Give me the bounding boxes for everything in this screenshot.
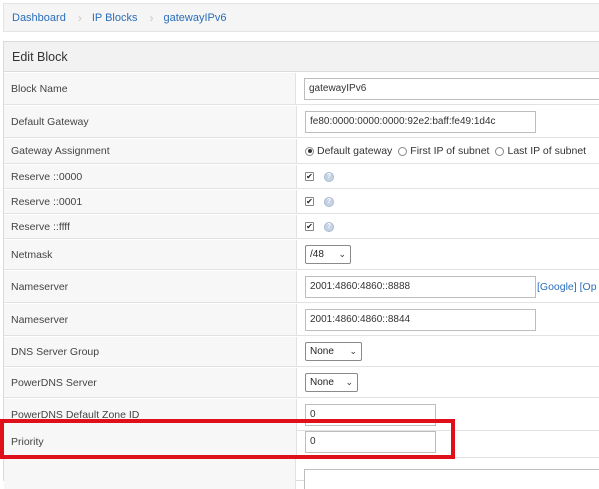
radio-last-ip-label: Last IP of subnet: [507, 145, 587, 157]
breadcrumb-separator: ›: [77, 10, 82, 25]
panel-title: Edit Block: [4, 42, 599, 72]
block-name-input[interactable]: gatewayIPv6: [304, 77, 599, 100]
powerdns-server-row: PowerDNS Server None ⌄: [4, 368, 599, 398]
check-icon: ✔: [306, 221, 313, 231]
breadcrumb: Dashboard › IP Blocks › gatewayIPv6: [3, 3, 599, 32]
help-icon[interactable]: ?: [324, 196, 334, 207]
nameserver-2-label: Nameserver: [4, 304, 297, 335]
netmask-row: Netmask /48 ⌄: [4, 240, 599, 270]
breadcrumb-separator: ›: [149, 10, 154, 25]
priority-label: Priority: [4, 426, 297, 457]
help-icon[interactable]: ?: [324, 221, 334, 232]
reserve-ffff-label: Reserve ::ffff: [4, 215, 297, 238]
breadcrumb-current-block[interactable]: gatewayIPv6: [163, 12, 226, 24]
priority-row: Priority 0: [4, 426, 599, 458]
next-row-label: [4, 459, 296, 489]
nameserver-1-label: Nameserver: [4, 271, 297, 302]
edit-block-panel: Edit Block Block Name gatewayIPv6 Defaul…: [3, 41, 599, 489]
chevron-down-icon: ⌄: [349, 346, 357, 356]
chevron-down-icon: ⌄: [345, 377, 353, 387]
reserve-ffff-row: Reserve ::ffff ✔ ?: [4, 215, 599, 239]
default-gateway-input[interactable]: fe80:0000:0000:0000:92e2:baff:fe49:1d4c: [305, 110, 536, 133]
reserve-0001-row: Reserve ::0001 ✔ ?: [4, 190, 599, 214]
breadcrumb-dashboard-link[interactable]: Dashboard: [12, 12, 66, 24]
powerdns-server-value: None: [310, 377, 334, 388]
check-icon: ✔: [306, 196, 313, 206]
priority-input[interactable]: 0: [305, 430, 436, 453]
nameserver-2-input[interactable]: 2001:4860:4860::8844: [305, 308, 536, 331]
netmask-label: Netmask: [4, 240, 297, 269]
netmask-select[interactable]: /48 ⌄: [305, 245, 351, 264]
powerdns-zone-input[interactable]: 0: [305, 403, 436, 426]
radio-default-gateway[interactable]: [305, 146, 314, 156]
chevron-down-icon: ⌄: [338, 249, 346, 259]
block-name-label: Block Name: [4, 73, 296, 104]
default-gateway-label: Default Gateway: [4, 106, 297, 137]
gateway-assignment-label: Gateway Assignment: [4, 139, 297, 163]
nameserver-1-input[interactable]: 2001:4860:4860::8888: [305, 275, 536, 298]
default-gateway-row: Default Gateway fe80:0000:0000:0000:92e2…: [4, 106, 599, 138]
radio-default-gateway-label: Default gateway: [317, 145, 393, 157]
dns-server-group-value: None: [310, 346, 334, 357]
reserve-0000-row: Reserve ::0000 ✔ ?: [4, 165, 599, 189]
dns-server-group-row: DNS Server Group None ⌄: [4, 337, 599, 367]
next-row-input[interactable]: [304, 469, 599, 489]
next-row: [4, 459, 599, 489]
radio-last-ip[interactable]: [495, 146, 505, 156]
breadcrumb-ip-blocks-link[interactable]: IP Blocks: [92, 12, 138, 24]
reserve-0000-label: Reserve ::0000: [4, 165, 297, 188]
reserve-0000-checkbox[interactable]: ✔: [305, 172, 314, 181]
help-icon[interactable]: ?: [324, 171, 334, 182]
powerdns-server-select[interactable]: None ⌄: [305, 373, 358, 392]
check-icon: ✔: [306, 171, 313, 181]
nameserver-preset-links[interactable]: [Google] [Op: [537, 281, 597, 293]
gateway-assignment-row: Gateway Assignment Default gateway First…: [4, 139, 599, 164]
dns-server-group-label: DNS Server Group: [4, 337, 297, 366]
block-name-row: Block Name gatewayIPv6: [4, 73, 599, 105]
nameserver-2-row: Nameserver 2001:4860:4860::8844: [4, 304, 599, 336]
radio-first-ip-label: First IP of subnet: [410, 145, 490, 157]
netmask-value: /48: [310, 249, 324, 260]
nameserver-1-row: Nameserver 2001:4860:4860::8888 [Google]…: [4, 271, 599, 303]
reserve-0001-checkbox[interactable]: ✔: [305, 197, 314, 206]
dns-server-group-select[interactable]: None ⌄: [305, 342, 362, 361]
reserve-0001-label: Reserve ::0001: [4, 190, 297, 213]
radio-first-ip[interactable]: [398, 146, 408, 156]
reserve-ffff-checkbox[interactable]: ✔: [305, 222, 314, 231]
powerdns-server-label: PowerDNS Server: [4, 368, 297, 397]
